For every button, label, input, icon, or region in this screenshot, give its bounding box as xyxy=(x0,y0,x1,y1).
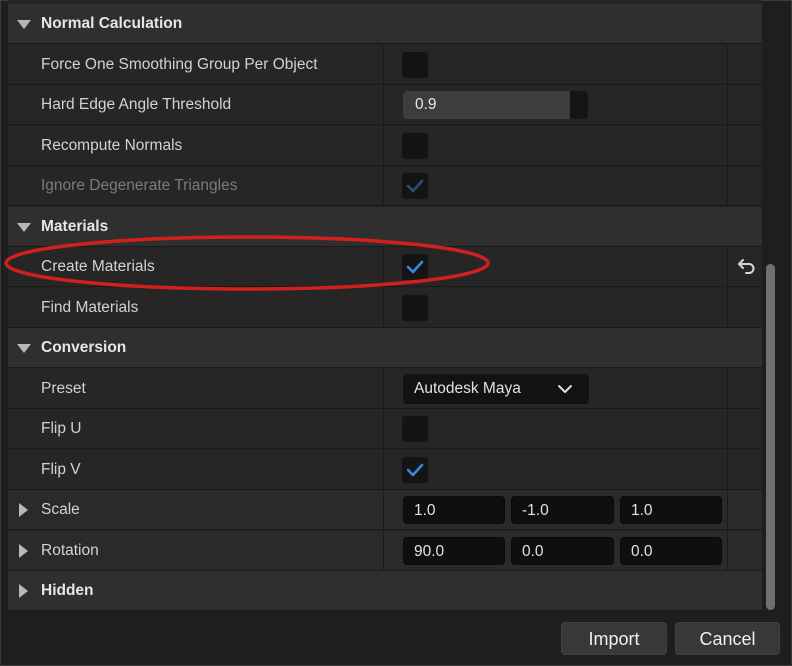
cancel-button[interactable]: Cancel xyxy=(675,622,780,655)
row-recompute-normals: Recompute Normals xyxy=(8,126,762,166)
section-label: Conversion xyxy=(41,339,127,356)
scale-x-value: 1.0 xyxy=(414,502,436,519)
section-normal-calculation[interactable]: Normal Calculation xyxy=(8,4,762,44)
property-label: Ignore Degenerate Triangles xyxy=(41,177,238,194)
rotation-y-value: 0.0 xyxy=(522,543,544,560)
scale-y-input[interactable]: -1.0 xyxy=(511,496,614,524)
rotation-z-value: 0.0 xyxy=(631,543,653,560)
property-label: Create Materials xyxy=(41,258,155,275)
ignore-degenerate-checkbox[interactable] xyxy=(402,173,428,199)
collapse-arrow-icon[interactable] xyxy=(17,20,31,29)
section-hidden[interactable]: Hidden xyxy=(8,571,762,611)
expand-arrow-icon[interactable] xyxy=(19,584,28,598)
scale-z-input[interactable]: 1.0 xyxy=(620,496,722,524)
section-label: Materials xyxy=(41,218,109,235)
rotation-x-input[interactable]: 90.0 xyxy=(403,537,505,565)
chevron-down-icon xyxy=(558,385,572,393)
property-label: Recompute Normals xyxy=(41,137,183,154)
scale-y-value: -1.0 xyxy=(522,502,549,519)
reset-to-default-icon[interactable] xyxy=(737,257,757,275)
row-flip-u: Flip U xyxy=(8,409,762,449)
flip-u-checkbox[interactable] xyxy=(402,416,428,442)
flip-v-checkbox[interactable] xyxy=(402,457,428,483)
property-label: Flip U xyxy=(41,420,82,437)
section-materials[interactable]: Materials xyxy=(8,207,762,247)
hard-edge-angle-slider[interactable]: 0.9 xyxy=(403,91,588,119)
scale-x-input[interactable]: 1.0 xyxy=(403,496,505,524)
expand-arrow-icon[interactable] xyxy=(19,544,28,558)
row-create-materials: Create Materials xyxy=(8,247,762,287)
row-flip-v: Flip V xyxy=(8,450,762,490)
import-button[interactable]: Import xyxy=(561,622,667,655)
property-label: Find Materials xyxy=(41,299,139,316)
row-ignore-degenerate: Ignore Degenerate Triangles xyxy=(8,166,762,206)
property-label: Scale xyxy=(41,501,80,518)
vertical-scrollbar[interactable] xyxy=(766,264,775,610)
checkmark-icon xyxy=(406,463,424,477)
preset-dropdown[interactable]: Autodesk Maya xyxy=(403,374,589,404)
slider-value: 0.9 xyxy=(415,96,437,113)
checkmark-icon xyxy=(406,260,424,274)
property-label: Hard Edge Angle Threshold xyxy=(41,96,232,113)
rotation-x-value: 90.0 xyxy=(414,543,445,560)
rotation-y-input[interactable]: 0.0 xyxy=(511,537,614,565)
recompute-normals-checkbox[interactable] xyxy=(402,133,428,159)
property-label: Preset xyxy=(41,380,86,397)
expand-arrow-icon[interactable] xyxy=(19,503,28,517)
property-label: Flip V xyxy=(41,461,81,478)
section-conversion[interactable]: Conversion xyxy=(8,328,762,368)
row-force-one-smoothing: Force One Smoothing Group Per Object xyxy=(8,45,762,85)
row-find-materials: Find Materials xyxy=(8,288,762,328)
checkmark-icon xyxy=(406,179,424,193)
row-scale: Scale 1.0 -1.0 1.0 xyxy=(8,490,762,530)
rotation-z-input[interactable]: 0.0 xyxy=(620,537,722,565)
row-preset: Preset Autodesk Maya xyxy=(8,369,762,409)
create-materials-checkbox[interactable] xyxy=(402,254,428,280)
section-label: Hidden xyxy=(41,582,94,599)
property-label: Force One Smoothing Group Per Object xyxy=(41,56,318,73)
property-label: Rotation xyxy=(41,542,99,559)
row-rotation: Rotation 90.0 0.0 0.0 xyxy=(8,531,762,571)
force-one-smoothing-checkbox[interactable] xyxy=(402,52,428,78)
dropdown-value: Autodesk Maya xyxy=(414,380,521,397)
section-label: Normal Calculation xyxy=(41,15,183,32)
row-hard-edge-angle: Hard Edge Angle Threshold 0.9 xyxy=(8,85,762,125)
collapse-arrow-icon[interactable] xyxy=(17,223,31,232)
collapse-arrow-icon[interactable] xyxy=(17,344,31,353)
scale-z-value: 1.0 xyxy=(631,502,653,519)
find-materials-checkbox[interactable] xyxy=(402,295,428,321)
